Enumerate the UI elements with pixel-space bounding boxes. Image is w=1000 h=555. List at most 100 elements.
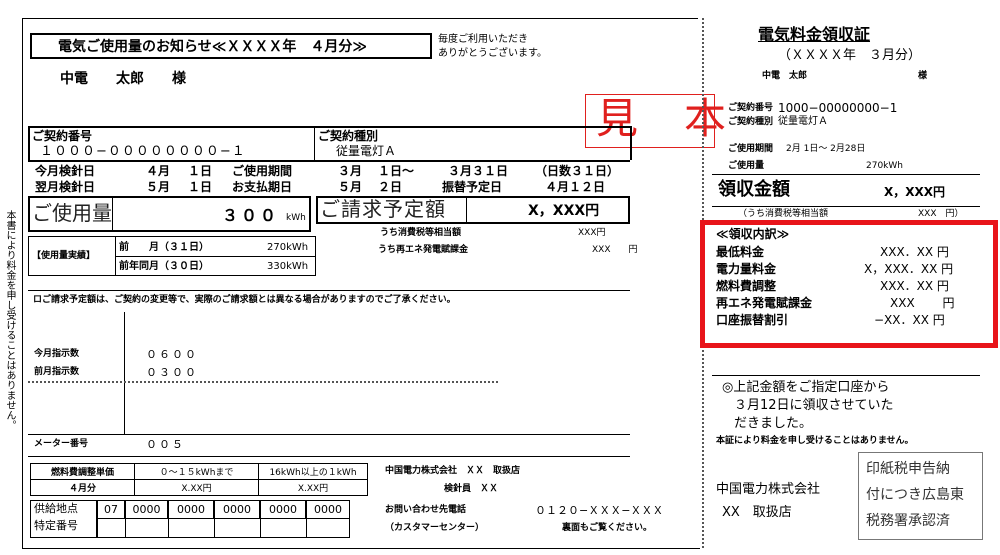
tax-value: XXX円 [578, 228, 606, 238]
history-mid-line [115, 256, 316, 257]
tax-label: うち消費税等相当額 [380, 228, 462, 238]
meter-row-1-c: １日 [188, 164, 213, 178]
fuel-header-1: 燃料費調整単価 [30, 463, 135, 480]
surcharge-value: XXX 円 [592, 245, 638, 255]
meter-no-bottom-line [28, 456, 630, 457]
note-top-line [28, 290, 630, 291]
meter-row-1-g: ３月３１日 [448, 164, 509, 178]
receipt-amount-value: X，XXX円 [884, 185, 946, 199]
receipt-usage-label: ご使用量 [728, 161, 765, 171]
notice-top-border [22, 18, 698, 19]
reading-prev-label: 前月指示数 [34, 367, 80, 377]
receipt-amount-line [712, 206, 980, 207]
breakdown-label-2: 電力量料金 [716, 262, 777, 276]
meter-row-1-h: （日数３１日） [535, 164, 620, 178]
supply-empty-row [97, 518, 350, 538]
receipt-tax-label: （うち消費税等相当額 [738, 209, 829, 219]
contract-type: 従量電灯Ａ [336, 144, 397, 158]
supply-cell-1: 07 [97, 500, 125, 519]
table-left-edge [28, 126, 30, 160]
history-prev-month-value: 270kWh [267, 242, 309, 253]
fuel-value-1: ４月分 [30, 479, 135, 496]
surcharge-label: うち再エネ発電賦課金 [378, 245, 469, 255]
receipt-period: （ＸＸＸＸ年 ３月分） [778, 48, 922, 63]
meter-no-label: メーター番号 [34, 439, 89, 449]
supply-cell-3: 0000 [168, 500, 214, 519]
receipt-contract-type: 従量電灯Ａ [778, 116, 828, 127]
supply-cell-4: 0000 [214, 500, 260, 519]
breakdown-title: ≪領収内訳≫ [716, 227, 790, 241]
receipt-message-line [712, 375, 980, 376]
receipt-contract-no-label: ご契約番号 [728, 103, 774, 113]
receipt-amount-label: 領収金額 [718, 179, 790, 200]
receipt-message-3: だきました。 [734, 416, 813, 431]
greeting-line-2: ありがとうございます。 [438, 48, 547, 59]
receipt-disclaimer: 本証により料金を申し受けることはありません。 [716, 436, 914, 446]
reading-this-label: 今月指示数 [34, 349, 80, 359]
meter-row-1-e: ３月 [338, 164, 363, 178]
breakdown-value-3: XXX．XX 円 [880, 279, 949, 293]
customer-name: 中電 太郎 様 [60, 71, 186, 87]
company-line: 中国電力株式会社 ＸＸ 取扱店 [385, 466, 521, 476]
breakdown-label-1: 最低料金 [716, 245, 765, 259]
inquiry-label: お問い合わせ先電話 [385, 505, 467, 515]
receipt-message-1: ◎上記金額をご指定口座から [722, 380, 890, 395]
fuel-header-3: 16kWh以上の１kWh [258, 463, 368, 480]
breakdown-value-2: X，XXX．XX 円 [864, 262, 954, 276]
supply-empty-div-3 [214, 518, 215, 538]
supply-cell-6: 0000 [306, 500, 350, 519]
fuel-header-2: ０〜１５kWhまで [134, 463, 259, 480]
vertical-side-note: 本書により料金を申し受けることはありません。 [4, 210, 15, 430]
notice-title: 電気ご使用量のお知らせ≪ＸＸＸＸ年 ４月分≫ [58, 39, 368, 55]
supply-empty-div-2 [168, 518, 169, 538]
history-prev-year-label: 前年同月（３０日） [119, 261, 209, 272]
usage-label: ご使用量 [32, 201, 112, 225]
history-label: 【使用量実績】 [32, 251, 96, 261]
reading-divider [124, 312, 125, 434]
receipt-usage-line [712, 174, 980, 175]
table-top-line [28, 126, 630, 128]
supply-empty-div-4 [260, 518, 261, 538]
customer-center: （カスタマーセンター） [385, 523, 485, 533]
breakdown-label-4: 再エネ発電賦課金 [716, 296, 813, 310]
breakdown-value-5: −XX．XX 円 [874, 313, 945, 327]
supply-label-1: 供給地点 [34, 502, 78, 515]
tax-stamp-line-1: 印紙税申告納 [866, 461, 950, 477]
meter-row-2-b: ５月 [146, 180, 171, 194]
receipt-customer: 中電 太郎 [762, 71, 808, 81]
contract-no: １０００−００００００００−１ [40, 144, 246, 159]
meter-no-line [28, 434, 630, 435]
notice-bottom-border [22, 548, 700, 549]
usage-unit: kWh [286, 213, 306, 223]
usage-divider [112, 196, 113, 232]
reading-dotted-line [28, 381, 498, 383]
receipt-period-value: 2月 1日〜 2月28日 [786, 144, 866, 154]
receipt-contract-type-label: ご契約種別 [728, 117, 774, 127]
billing-label: ご請求予定額 [320, 197, 446, 221]
meter-row-1-b: ４月 [146, 164, 171, 178]
receipt-title: 電気料金領収証 [758, 25, 871, 44]
breakdown-value-4: XXX 円 [890, 296, 955, 310]
tax-stamp-line-2: 付につき広島東 [866, 487, 964, 503]
receipt-message-2: ３月12日に領収させていた [734, 398, 894, 413]
meter-row-2-e: ５月 [338, 180, 363, 194]
billing-value: X，XXX円 [528, 203, 600, 219]
receipt-usage-value: 270kWh [866, 161, 903, 171]
table-right-edge [630, 126, 632, 160]
contract-bottom-line [28, 160, 630, 162]
meter-row-2-a: 翌月検針日 [35, 180, 96, 194]
contract-divider [314, 126, 315, 160]
receipt-branch: XX 取扱店 [722, 505, 792, 520]
supply-cell-5: 0000 [260, 500, 306, 519]
reverse-note: 裏面もご覧ください。 [562, 523, 653, 533]
breakdown-label-5: 口座振替割引 [716, 313, 789, 327]
contract-no-label: ご契約番号 [32, 129, 93, 143]
meter-row-1-f: １日〜 [378, 164, 415, 178]
supply-cell-2: 0000 [125, 500, 168, 519]
meter-row-1-d: ご使用期間 [232, 164, 293, 178]
meter-no-value: ００５ [146, 438, 185, 451]
receipt-sama: 様 [918, 71, 928, 81]
sample-stamp: 見 本 [596, 94, 729, 143]
billing-note: ロご請求予定額は、ご契約の変更等で、実際のご請求額とは異なる場合がありますのでご… [33, 295, 456, 305]
meter-row-2-d: お支払期日 [232, 180, 293, 194]
